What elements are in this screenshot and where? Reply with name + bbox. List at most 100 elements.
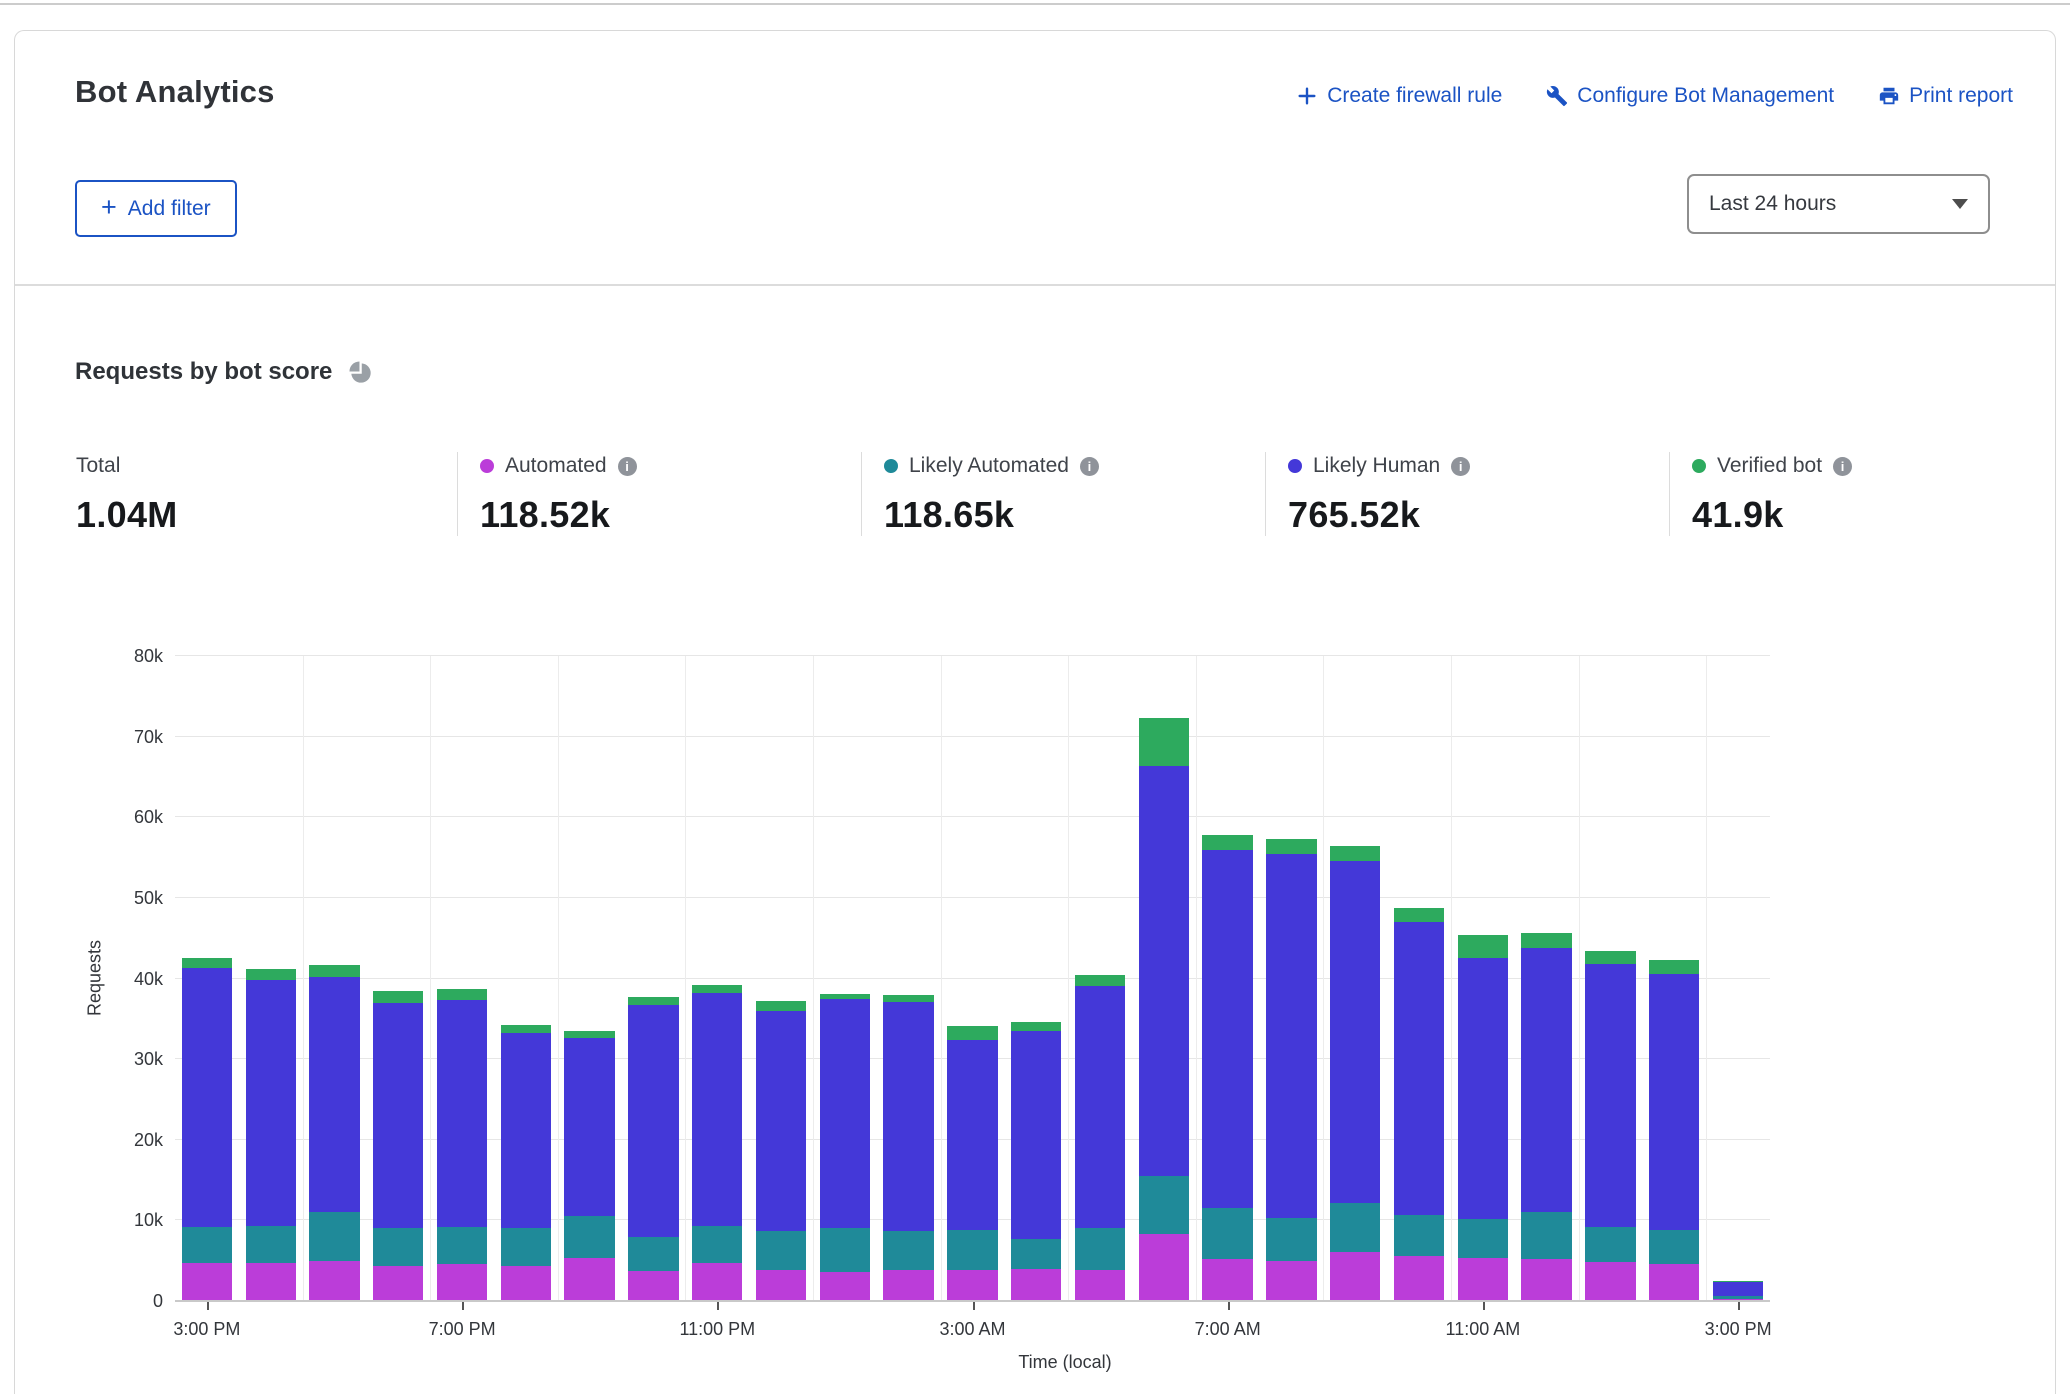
stat-value: 118.52k (480, 494, 861, 536)
y-tick-label: 20k (134, 1128, 163, 1152)
segment-automated (309, 1261, 359, 1301)
segment-likely-automated (1521, 1212, 1571, 1259)
info-icon[interactable] (1080, 457, 1099, 476)
bar-group-300pm[interactable] (175, 656, 239, 1301)
segment-verified-bot (1139, 718, 1189, 766)
segment-verified-bot (1011, 1022, 1061, 1031)
segment-likely-automated (246, 1226, 296, 1263)
segment-verified-bot (501, 1025, 551, 1032)
bar-series (175, 656, 1770, 1301)
bar-group-900pm[interactable] (558, 656, 622, 1301)
add-filter-button[interactable]: + Add filter (75, 180, 237, 237)
bar-group-800am[interactable] (1260, 656, 1324, 1301)
stacked-bar (373, 656, 423, 1301)
stacked-bar (1521, 656, 1571, 1301)
x-tick (207, 1302, 209, 1310)
segment-likely-automated (628, 1237, 678, 1271)
bar-group-500pm[interactable] (303, 656, 367, 1301)
stat-automated: Automated 118.52k (457, 452, 861, 536)
segment-automated (1330, 1252, 1380, 1301)
bar-group-1200am[interactable] (749, 656, 813, 1301)
stacked-bar (1330, 656, 1380, 1301)
segment-verified-bot (1521, 933, 1571, 948)
segment-likely-human (628, 1005, 678, 1237)
configure-bot-management-link[interactable]: Configure Bot Management (1546, 84, 1834, 108)
segment-automated (947, 1270, 997, 1301)
bar-group-200pm[interactable] (1642, 656, 1706, 1301)
stat-total: Total 1.04M (53, 452, 457, 536)
time-range-value: Last 24 hours (1709, 192, 1836, 216)
pie-chart-icon (348, 360, 373, 385)
segment-likely-automated (182, 1227, 232, 1263)
segment-automated (1649, 1264, 1699, 1301)
x-tick (1483, 1302, 1485, 1310)
bar-group-700am[interactable] (1196, 656, 1260, 1301)
segment-likely-automated (1139, 1176, 1189, 1234)
create-firewall-rule-link[interactable]: Create firewall rule (1296, 84, 1502, 108)
bar-group-700pm[interactable] (430, 656, 494, 1301)
stat-label: Likely Automated (909, 454, 1069, 478)
segment-automated (564, 1258, 614, 1301)
stat-value: 765.52k (1288, 494, 1669, 536)
segment-verified-bot (373, 991, 423, 1002)
segment-likely-human (564, 1038, 614, 1215)
info-icon[interactable] (1833, 457, 1852, 476)
segment-verified-bot (309, 965, 359, 977)
info-icon[interactable] (1451, 457, 1470, 476)
bar-group-600am[interactable] (1132, 656, 1196, 1301)
stacked-bar (182, 656, 232, 1301)
legend-dot-automated (480, 459, 494, 473)
bar-group-200am[interactable] (877, 656, 941, 1301)
x-tick-label: 3:00 AM (939, 1319, 1005, 1340)
info-icon[interactable] (618, 457, 637, 476)
bar-group-300pm[interactable] (1706, 656, 1770, 1301)
segment-automated (182, 1263, 232, 1301)
segment-verified-bot (883, 995, 933, 1002)
segment-verified-bot (1266, 839, 1316, 854)
stacked-bar (1713, 656, 1763, 1301)
bar-group-900am[interactable] (1323, 656, 1387, 1301)
segment-likely-automated (1458, 1219, 1508, 1259)
add-filter-label: Add filter (128, 197, 211, 221)
y-tick-label: 10k (134, 1208, 163, 1232)
plus-icon: + (101, 194, 117, 221)
segment-likely-automated (1075, 1228, 1125, 1269)
bar-group-500am[interactable] (1068, 656, 1132, 1301)
bar-group-600pm[interactable] (366, 656, 430, 1301)
stacked-bar (564, 656, 614, 1301)
x-tick (1228, 1302, 1230, 1310)
segment-likely-automated (1202, 1208, 1252, 1259)
segment-verified-bot (437, 989, 487, 1000)
stat-likely-automated: Likely Automated 118.65k (861, 452, 1265, 536)
bar-group-1000am[interactable] (1387, 656, 1451, 1301)
stats-row: Total 1.04M Automated 118.52k Likely Aut… (53, 452, 2070, 536)
page-title: Bot Analytics (75, 74, 275, 110)
top-divider (0, 3, 2070, 5)
header-divider (15, 284, 2055, 286)
y-tick-label: 0 (153, 1289, 163, 1313)
bar-group-1100am[interactable] (1451, 656, 1515, 1301)
segment-likely-human (373, 1003, 423, 1229)
segment-verified-bot (246, 969, 296, 980)
stat-value: 41.9k (1692, 494, 2070, 536)
bar-group-400pm[interactable] (239, 656, 303, 1301)
bar-group-100am[interactable] (813, 656, 877, 1301)
bar-group-1000pm[interactable] (622, 656, 686, 1301)
stacked-bar (883, 656, 933, 1301)
segment-verified-bot (564, 1031, 614, 1038)
bar-group-400am[interactable] (1004, 656, 1068, 1301)
stat-label: Total (76, 454, 120, 478)
segment-likely-human (246, 980, 296, 1226)
stacked-bar (1202, 656, 1252, 1301)
bar-group-300am[interactable] (941, 656, 1005, 1301)
segment-verified-bot (1075, 975, 1125, 986)
segment-likely-human (820, 999, 870, 1228)
bar-group-800pm[interactable] (494, 656, 558, 1301)
bar-group-100pm[interactable] (1579, 656, 1643, 1301)
bar-group-1200pm[interactable] (1515, 656, 1579, 1301)
bar-group-1100pm[interactable] (685, 656, 749, 1301)
time-range-dropdown[interactable]: Last 24 hours (1687, 174, 1990, 234)
print-report-link[interactable]: Print report (1878, 84, 2013, 108)
segment-likely-human (1075, 986, 1125, 1229)
segment-likely-human (1649, 974, 1699, 1230)
